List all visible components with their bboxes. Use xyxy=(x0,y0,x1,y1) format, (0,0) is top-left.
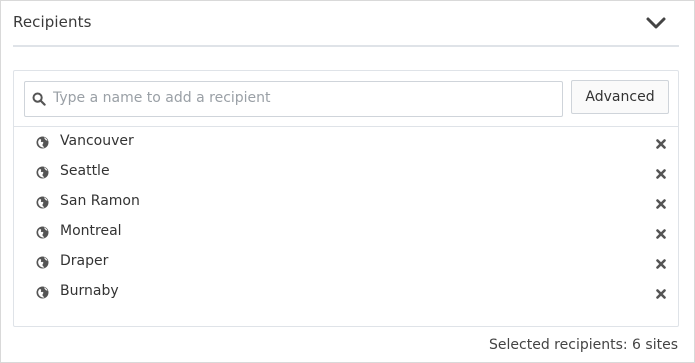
close-icon[interactable] xyxy=(656,229,666,239)
globe-icon xyxy=(36,226,49,239)
recipient-list: Vancouver Seattle San Ramon Montreal Draper B… xyxy=(14,126,678,307)
close-icon[interactable] xyxy=(656,259,666,269)
close-icon[interactable] xyxy=(656,169,666,179)
close-icon[interactable] xyxy=(656,199,666,209)
recipient-name: Draper xyxy=(60,253,109,269)
recipients-card: Recipients Advanced Vancouver Seattle San … xyxy=(0,0,695,363)
recipient-name: San Ramon xyxy=(60,193,140,209)
search-box xyxy=(24,81,563,117)
recipient-name: Montreal xyxy=(60,223,122,239)
list-item: San Ramon xyxy=(14,187,678,217)
recipient-name: Seattle xyxy=(60,163,110,179)
list-item: Burnaby xyxy=(14,277,678,307)
globe-icon xyxy=(36,256,49,269)
recipient-name: Burnaby xyxy=(60,283,119,299)
section-header: Recipients xyxy=(13,11,679,47)
recipient-panel: Advanced Vancouver Seattle San Ramon Montre… xyxy=(13,70,679,327)
advanced-button[interactable]: Advanced xyxy=(571,80,669,114)
list-item: Vancouver xyxy=(14,127,678,157)
list-item: Seattle xyxy=(14,157,678,187)
recipient-name: Vancouver xyxy=(60,133,134,149)
list-item: Montreal xyxy=(14,217,678,247)
globe-icon xyxy=(36,136,49,149)
globe-icon xyxy=(36,196,49,209)
recipient-search-input[interactable] xyxy=(53,82,553,114)
chevron-down-icon[interactable] xyxy=(645,15,667,31)
globe-icon xyxy=(36,166,49,179)
globe-icon xyxy=(36,286,49,299)
section-title: Recipients xyxy=(13,13,92,31)
list-item: Draper xyxy=(14,247,678,277)
search-icon xyxy=(32,92,46,106)
close-icon[interactable] xyxy=(656,289,666,299)
close-icon[interactable] xyxy=(656,139,666,149)
selected-summary: Selected recipients: 6 sites xyxy=(489,337,678,353)
